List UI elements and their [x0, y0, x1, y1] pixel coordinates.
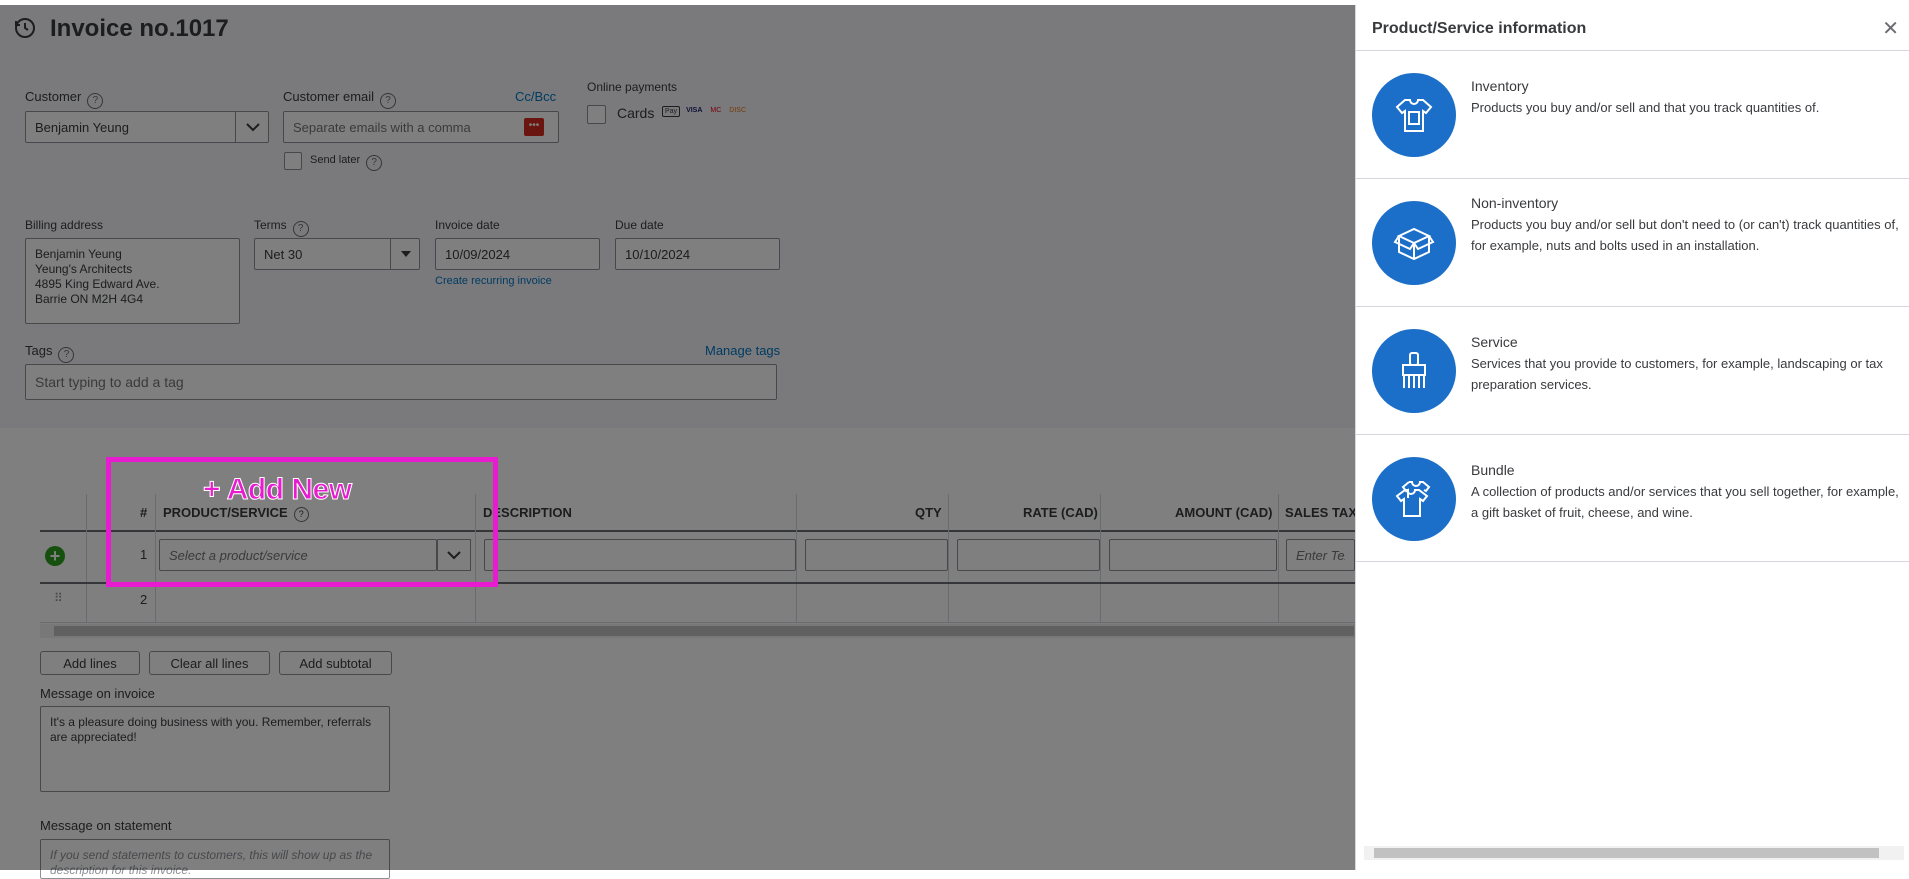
option-desc: Products you buy and/or sell but don't n…: [1471, 217, 1899, 253]
option-title: Service: [1471, 334, 1518, 350]
add-new-annotation: + Add New: [203, 473, 353, 507]
option-inventory[interactable]: Inventory Products you buy and/or sell a…: [1356, 50, 1909, 178]
tshirt-tag-icon: [1372, 73, 1456, 157]
option-desc: A collection of products and/or services…: [1471, 484, 1899, 520]
option-desc: Products you buy and/or sell and that yo…: [1471, 100, 1820, 115]
option-title: Inventory: [1471, 78, 1529, 94]
paintbrush-icon: [1372, 329, 1456, 413]
panel-scrollbar[interactable]: [1364, 846, 1904, 860]
modal-backdrop[interactable]: [0, 5, 1355, 870]
open-box-icon: [1372, 201, 1456, 285]
option-bundle[interactable]: Bundle A collection of products and/or s…: [1356, 434, 1909, 562]
option-desc: Services that you provide to customers, …: [1471, 356, 1883, 392]
option-service[interactable]: Service Services that you provide to cus…: [1356, 306, 1909, 434]
panel-title: Product/Service information: [1372, 20, 1587, 37]
option-title: Non-inventory: [1471, 195, 1559, 211]
option-non-inventory[interactable]: Non-inventory Products you buy and/or se…: [1356, 178, 1909, 306]
close-icon[interactable]: ✕: [1882, 19, 1899, 39]
option-title: Bundle: [1471, 462, 1515, 478]
product-service-panel: Product/Service information ✕ Inventory …: [1355, 5, 1909, 870]
stacked-shirts-icon: [1372, 457, 1456, 541]
